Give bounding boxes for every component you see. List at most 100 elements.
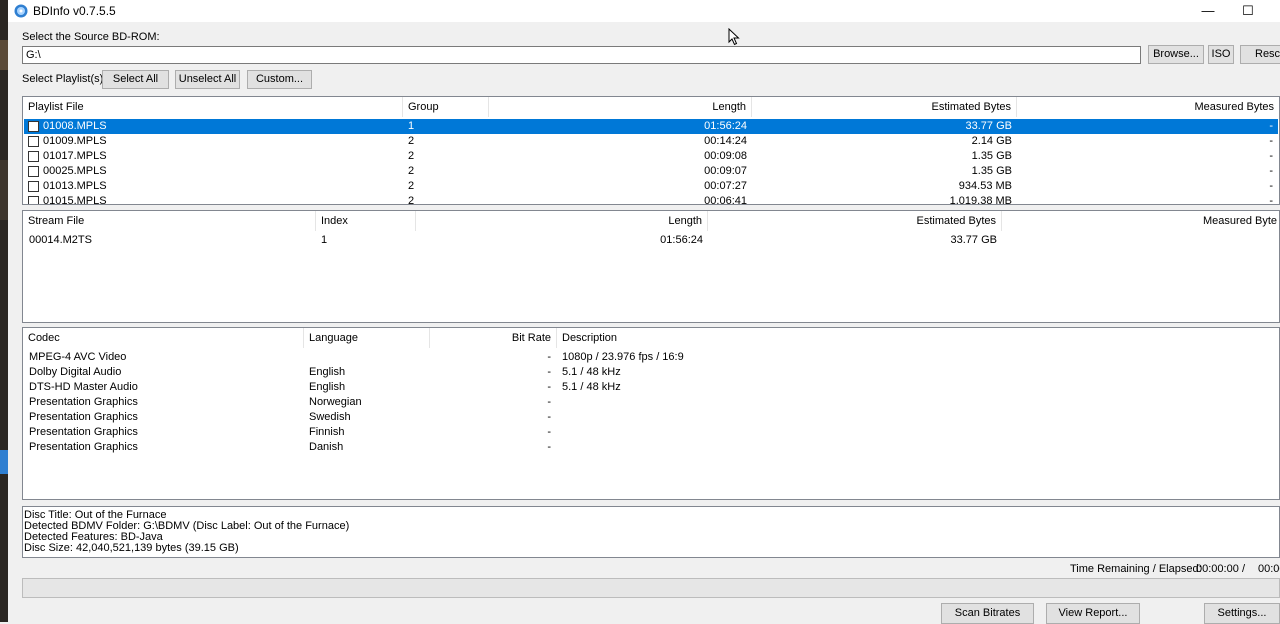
codec-bit-rate: - — [547, 411, 551, 423]
playlist-measured-bytes: - — [1269, 165, 1273, 177]
playlist-length: 01:56:24 — [704, 120, 747, 132]
settings-button[interactable]: Settings... — [1204, 603, 1280, 624]
view-report-button[interactable]: View Report... — [1046, 603, 1140, 624]
playlist-row-01009[interactable]: 01009.MPLS 2 00:14:24 2.14 GB - — [24, 134, 1278, 149]
time-separator: / — [1242, 563, 1246, 575]
col-estimated-bytes[interactable]: Estimated Bytes — [708, 211, 1002, 231]
codec-row[interactable]: Dolby Digital Audio English - 5.1 / 48 k… — [24, 365, 1278, 380]
codec-bit-rate: - — [547, 351, 551, 363]
stream-row-00014[interactable]: 00014.M2TS 1 01:56:24 33.77 GB — [24, 233, 1278, 248]
playlist-group: 2 — [408, 180, 415, 192]
col-measured-bytes[interactable]: Measured Bytes — [1017, 97, 1279, 117]
codec-row[interactable]: Presentation Graphics Norwegian - — [24, 395, 1278, 410]
scan-bitrates-button[interactable]: Scan Bitrates — [941, 603, 1034, 624]
codec-row[interactable]: MPEG-4 AVC Video - 1080p / 23.976 fps / … — [24, 350, 1278, 365]
codec-description: 5.1 / 48 kHz — [562, 366, 621, 378]
select-all-button[interactable]: Select All — [102, 70, 169, 89]
codec-name: Presentation Graphics — [29, 426, 138, 438]
custom-button[interactable]: Custom... — [247, 70, 312, 89]
codec-language — [304, 350, 430, 365]
playlist-length: 00:06:41 — [704, 195, 747, 205]
playlist-measured-bytes: - — [1269, 135, 1273, 147]
playlist-length: 00:14:24 — [704, 135, 747, 147]
playlist-measured-bytes: - — [1269, 150, 1273, 162]
codec-description — [557, 395, 1257, 410]
codec-language: Finnish — [309, 426, 345, 438]
stream-file-list[interactable]: Stream File Index Length Estimated Bytes… — [22, 210, 1280, 323]
codec-row[interactable]: Presentation Graphics Swedish - — [24, 410, 1278, 425]
playlist-length: 00:09:08 — [704, 150, 747, 162]
codec-bit-rate: - — [547, 441, 551, 453]
codec-name: Dolby Digital Audio — [29, 366, 122, 378]
codec-row[interactable]: Presentation Graphics Danish - — [24, 440, 1278, 455]
unselect-all-button[interactable]: Unselect All — [175, 70, 240, 89]
stream-file: 00014.M2TS — [29, 234, 92, 246]
playlist-file: 00025.MPLS — [43, 165, 107, 177]
playlist-file: 01015.MPLS — [43, 195, 107, 205]
playlist-estimated-bytes: 1.35 GB — [971, 165, 1012, 177]
bdinfo-window: BDInfo v0.7.5.5 — ☐ Select the Source BD… — [8, 0, 1280, 624]
col-bit-rate[interactable]: Bit Rate — [430, 328, 557, 348]
playlist-estimated-bytes: 934.53 MB — [958, 180, 1012, 192]
playlist-file: 01017.MPLS — [43, 150, 107, 162]
codec-language: Norwegian — [309, 396, 362, 408]
maximize-button[interactable]: ☐ — [1225, 0, 1271, 22]
codec-row[interactable]: Presentation Graphics Finnish - — [24, 425, 1278, 440]
codec-bit-rate: - — [547, 426, 551, 438]
playlist-row-01015[interactable]: 01015.MPLS 2 00:06:41 1,019.38 MB - — [24, 194, 1278, 205]
col-estimated-bytes[interactable]: Estimated Bytes — [752, 97, 1017, 117]
desktop-background — [0, 0, 8, 622]
codec-name: MPEG-4 AVC Video — [29, 351, 127, 363]
col-group[interactable]: Group — [403, 97, 489, 117]
playlist-group: 2 — [408, 135, 415, 147]
playlist-row-01013[interactable]: 01013.MPLS 2 00:07:27 934.53 MB - — [24, 179, 1278, 194]
disc-info-panel: Disc Title: Out of the Furnace Detected … — [22, 506, 1280, 558]
source-label: Select the Source BD-ROM: — [22, 31, 160, 43]
playlist-estimated-bytes: 1.35 GB — [971, 150, 1012, 162]
col-length[interactable]: Length — [489, 97, 752, 117]
time-remaining-value: 00:00:00 — [1196, 563, 1239, 575]
codec-row[interactable]: DTS-HD Master Audio English - 5.1 / 48 k… — [24, 380, 1278, 395]
playlist-estimated-bytes: 2.14 GB — [971, 135, 1012, 147]
codec-description — [557, 425, 1257, 440]
codec-description — [557, 410, 1257, 425]
source-path-input[interactable]: G:\ — [22, 46, 1141, 64]
playlist-group: 2 — [408, 165, 415, 177]
col-codec[interactable]: Codec — [23, 328, 304, 348]
codec-language: Swedish — [309, 411, 351, 423]
col-index[interactable]: Index — [316, 211, 416, 231]
col-length[interactable]: Length — [416, 211, 708, 231]
col-stream-file[interactable]: Stream File — [23, 211, 316, 231]
iso-button[interactable]: ISO — [1208, 45, 1234, 64]
window-title: BDInfo v0.7.5.5 — [33, 4, 116, 18]
stream-length: 01:56:24 — [660, 234, 703, 246]
col-playlist-file[interactable]: Playlist File — [23, 97, 403, 117]
codec-name: Presentation Graphics — [29, 411, 138, 423]
browse-button[interactable]: Browse... — [1148, 45, 1204, 64]
codec-description: 1080p / 23.976 fps / 16:9 — [562, 351, 684, 363]
mouse-cursor-icon — [728, 28, 740, 46]
codec-bit-rate: - — [547, 366, 551, 378]
playlist-row-00025[interactable]: 00025.MPLS 2 00:09:07 1.35 GB - — [24, 164, 1278, 179]
rescan-button[interactable]: Resca — [1240, 45, 1280, 64]
playlist-estimated-bytes: 33.77 GB — [965, 120, 1012, 132]
col-description[interactable]: Description — [557, 328, 1277, 348]
col-measured-bytes[interactable]: Measured Byte — [1002, 211, 1279, 231]
stream-measured-bytes — [1002, 233, 1279, 248]
codec-language: Danish — [309, 441, 344, 453]
col-language[interactable]: Language — [304, 328, 430, 348]
codec-name: Presentation Graphics — [29, 441, 138, 453]
disc-size: Disc Size: 42,040,521,139 bytes (39.15 G… — [24, 542, 239, 554]
playlist-row-01008[interactable]: 01008.MPLS 1 01:56:24 33.77 GB - — [24, 119, 1278, 134]
playlist-row-01017[interactable]: 01017.MPLS 2 00:09:08 1.35 GB - — [24, 149, 1278, 164]
stream-index: 1 — [321, 234, 328, 246]
disc-app-icon — [14, 4, 28, 18]
codec-list[interactable]: Codec Language Bit Rate Description MPEG… — [22, 327, 1280, 500]
codec-bit-rate: - — [547, 381, 551, 393]
codec-name: Presentation Graphics — [29, 396, 138, 408]
playlist-list[interactable]: Playlist File Group Length Estimated Byt… — [22, 96, 1280, 205]
codec-bit-rate: - — [547, 396, 551, 408]
playlist-file: 01009.MPLS — [43, 135, 107, 147]
playlist-measured-bytes: - — [1269, 120, 1273, 132]
codec-language: English — [309, 381, 346, 393]
